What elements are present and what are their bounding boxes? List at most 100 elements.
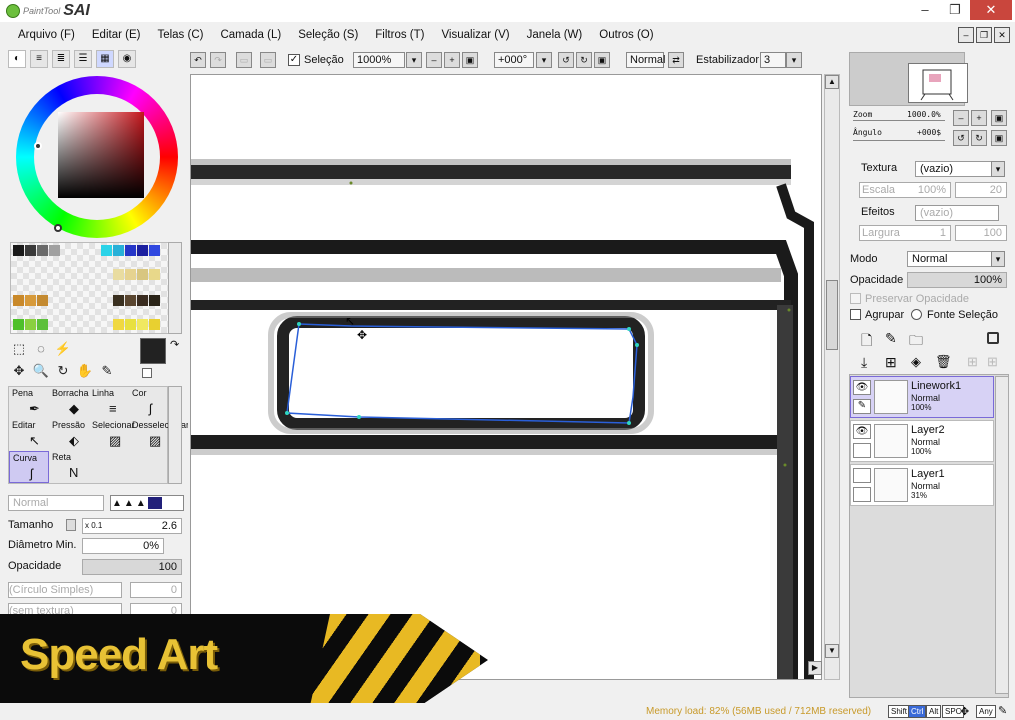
- menu-visualizar[interactable]: Visualizar (V): [441, 29, 509, 41]
- nav-zoom-slider[interactable]: [853, 120, 945, 121]
- invert-selection-icon[interactable]: ▭: [260, 52, 276, 68]
- undo-icon[interactable]: ↶: [190, 52, 206, 68]
- navigator-thumbnail[interactable]: [908, 63, 968, 103]
- close-button[interactable]: ✕: [970, 0, 1012, 20]
- new-layer-icon[interactable]: 🗋: [861, 330, 872, 354]
- menu-outros[interactable]: Outros (O): [599, 29, 653, 41]
- restore-button[interactable]: ❐: [940, 0, 970, 20]
- mdi-close-button[interactable]: ✕: [994, 27, 1010, 43]
- color-wheel[interactable]: [16, 76, 178, 238]
- wheel-hue-marker[interactable]: [34, 142, 42, 150]
- brush-shape-select[interactable]: (Círculo Simples): [8, 582, 122, 598]
- menu-arquivo[interactable]: Arquivo (F): [18, 29, 75, 41]
- swatch-scrollbar[interactable]: [168, 242, 182, 334]
- eye-icon[interactable]: 👁: [853, 380, 871, 395]
- magic-wand-icon[interactable]: ⚡: [54, 340, 72, 358]
- scale-field[interactable]: Escala 100%: [859, 182, 951, 198]
- menu-filtros[interactable]: Filtros (T): [375, 29, 424, 41]
- rgb-slider-tab[interactable]: ≡: [30, 50, 48, 68]
- selection-checkbox[interactable]: ✓: [288, 54, 300, 66]
- stabilizer-select[interactable]: 3: [760, 52, 786, 68]
- scroll-up-icon[interactable]: ▲: [825, 75, 839, 89]
- navigator-preview[interactable]: [849, 52, 968, 106]
- eye-off-box[interactable]: [853, 468, 871, 483]
- scroll-right-icon[interactable]: ▶: [808, 661, 822, 675]
- flatten-icon[interactable]: ⊞: [987, 354, 998, 370]
- delete-layer-icon[interactable]: 🗑: [935, 354, 952, 370]
- group-checkbox[interactable]: [850, 309, 861, 320]
- layer-layer1[interactable]: Layer1 Normal 31%: [850, 464, 994, 506]
- rotate-reset-icon[interactable]: ▣: [594, 52, 610, 68]
- layer-lock-box[interactable]: [853, 443, 871, 458]
- drawing-canvas[interactable]: ↖ ✥: [190, 74, 822, 680]
- preserve-opacity-checkbox[interactable]: [850, 293, 861, 304]
- deselect-icon[interactable]: ▭: [236, 52, 252, 68]
- lasso-icon[interactable]: ◌: [32, 340, 50, 358]
- new-folder-icon[interactable]: 🗀: [909, 330, 923, 354]
- nav-angle-slider[interactable]: [853, 140, 945, 141]
- blend-mode-select[interactable]: Normal: [8, 495, 104, 511]
- color-wheel-tab[interactable]: ◐: [8, 50, 26, 68]
- width-field[interactable]: Largura 1: [859, 225, 951, 241]
- layers-scrollbar[interactable]: [995, 376, 1009, 694]
- zoom-dropdown-icon[interactable]: ▾: [406, 52, 422, 68]
- scroll-down-icon[interactable]: ▼: [825, 644, 839, 658]
- effects-select[interactable]: (vazio): [915, 205, 999, 221]
- layer-lock-box[interactable]: [853, 487, 871, 502]
- stabilizer-dropdown-icon[interactable]: ▾: [786, 52, 802, 68]
- redo-icon[interactable]: ↷: [210, 52, 226, 68]
- nav-rotate-reset-icon[interactable]: ▣: [991, 130, 1007, 146]
- merge-visible-icon[interactable]: ⊞: [967, 354, 978, 370]
- canvas-scroll-thumb[interactable]: [826, 280, 838, 350]
- nav-rotate-right-icon[interactable]: ↻: [971, 130, 987, 146]
- angle-dropdown-icon[interactable]: ▾: [536, 52, 552, 68]
- hand-icon[interactable]: ✋: [76, 362, 94, 380]
- layer-linework1[interactable]: 👁 ✎ Linework1 Normal 100%: [850, 376, 994, 418]
- texture-dropdown-icon[interactable]: ▾: [991, 161, 1005, 177]
- hsv-slider-tab[interactable]: ≣: [52, 50, 70, 68]
- brush-scrollbar[interactable]: [168, 386, 182, 484]
- layer-mask-icon[interactable]: [987, 332, 999, 344]
- swatch-palette[interactable]: [10, 242, 170, 334]
- zoom-select[interactable]: 1000%: [353, 52, 405, 68]
- rect-select-icon[interactable]: ⬚: [10, 340, 28, 358]
- primary-color[interactable]: [140, 338, 166, 364]
- brush-shape-value[interactable]: 0: [130, 582, 182, 598]
- mdi-minimize-button[interactable]: –: [958, 27, 974, 43]
- brush-curva[interactable]: Curva ʃ: [9, 451, 49, 483]
- scale-number[interactable]: 20: [955, 182, 1007, 198]
- brush-pressao[interactable]: Pressão ⬖: [49, 419, 89, 451]
- brush-shape-picker[interactable]: ▲ ▲ ▲: [110, 495, 184, 511]
- clear-layer-icon[interactable]: ◈: [911, 354, 921, 370]
- merge-down-icon[interactable]: ⊞: [885, 354, 897, 371]
- brush-desselecionar[interactable]: Desselecionar ▨: [129, 419, 189, 451]
- zoom-icon[interactable]: 🔍: [32, 362, 50, 380]
- scratchpad-tab[interactable]: ◉: [118, 50, 136, 68]
- texture-select[interactable]: (vazio): [915, 161, 999, 177]
- sv-marker[interactable]: [54, 224, 62, 232]
- opacity-slider[interactable]: 100: [82, 559, 182, 575]
- transparent-color-icon[interactable]: [142, 368, 152, 378]
- zoom-out-icon[interactable]: –: [426, 52, 442, 68]
- zoom-reset-icon[interactable]: ▣: [462, 52, 478, 68]
- flip-icon[interactable]: ⇄: [668, 52, 684, 68]
- mdi-restore-button[interactable]: ❐: [976, 27, 992, 43]
- layer-mode-select[interactable]: Normal: [907, 251, 999, 267]
- nav-zoom-out-icon[interactable]: –: [953, 110, 969, 126]
- swap-color-icon[interactable]: ↷: [170, 338, 179, 351]
- brush-linha[interactable]: Linha ≡: [89, 387, 129, 419]
- layer-opacity-slider[interactable]: 100%: [907, 272, 1007, 288]
- pen-layer-icon[interactable]: ✎: [853, 399, 871, 414]
- zoom-in-icon[interactable]: +: [444, 52, 460, 68]
- minimize-button[interactable]: –: [910, 0, 940, 20]
- layer-layer2[interactable]: 👁 Layer2 Normal 100%: [850, 420, 994, 462]
- brush-cor[interactable]: Cor ʃ: [129, 387, 169, 419]
- rotate-icon[interactable]: ↻: [54, 362, 72, 380]
- size-lock-checkbox[interactable]: [66, 519, 76, 531]
- mixer-tab[interactable]: ☰: [74, 50, 92, 68]
- transfer-down-icon[interactable]: ⤓: [861, 354, 867, 371]
- menu-camada[interactable]: Camada (L): [220, 29, 281, 41]
- move-icon[interactable]: ✥: [10, 362, 28, 380]
- layer-mode-dropdown-icon[interactable]: ▾: [991, 251, 1005, 267]
- width-number[interactable]: 100: [955, 225, 1007, 241]
